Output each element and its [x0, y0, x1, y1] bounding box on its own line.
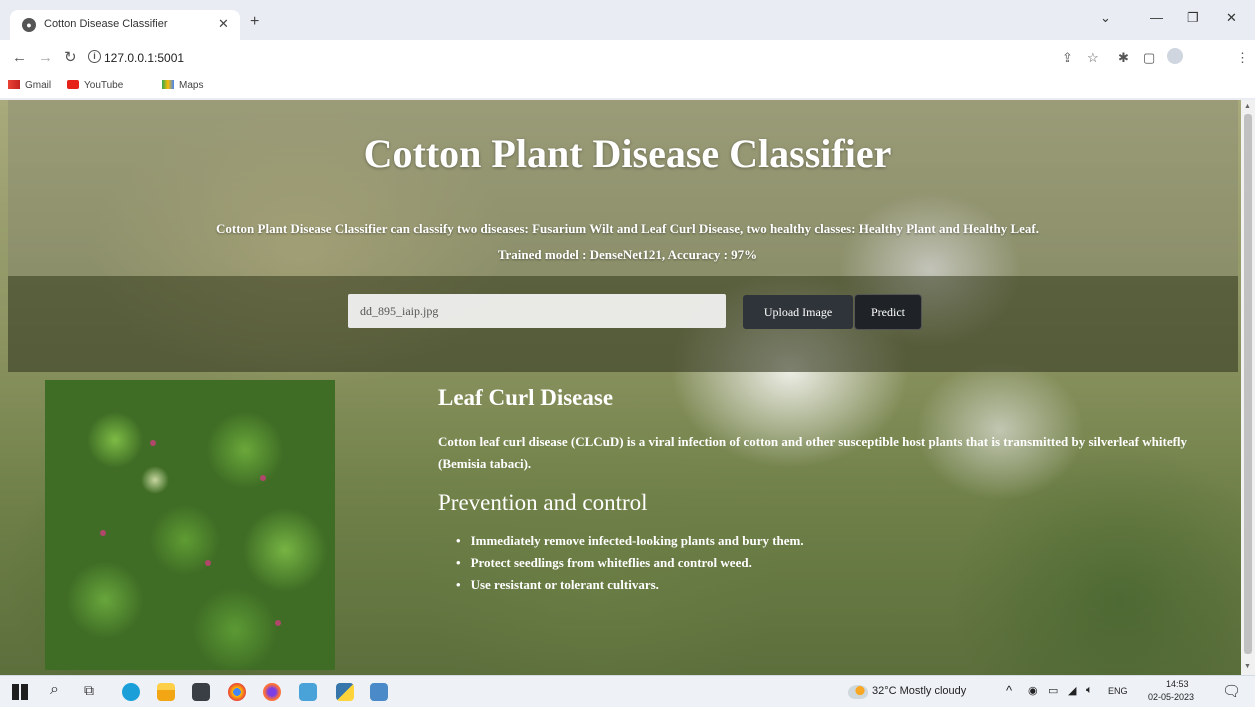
chrome-icon[interactable]: [228, 683, 246, 701]
network-icon[interactable]: ◢: [1068, 684, 1076, 697]
browser-toolbar: ← → ↻ i 127.0.0.1:5001 ⇪ ☆ ✱ ▢ ⋮: [0, 40, 1255, 76]
prevention-list: Immediately remove infected-looking plan…: [456, 530, 804, 596]
description-line-1: Cotton Plant Disease Classifier can clas…: [216, 221, 1039, 236]
search-icon[interactable]: ⌕: [50, 681, 68, 699]
new-tab-icon[interactable]: +: [250, 14, 259, 30]
tab-close-icon[interactable]: ✕: [218, 16, 229, 32]
gmail-icon: [8, 80, 20, 89]
minimize-icon[interactable]: —: [1150, 10, 1163, 25]
youtube-icon: [67, 80, 79, 89]
page-title: Cotton Plant Disease Classifier: [363, 131, 892, 176]
weather-icon[interactable]: [848, 685, 868, 699]
back-icon[interactable]: ←: [12, 50, 27, 65]
tab-title: Cotton Disease Classifier: [44, 18, 168, 30]
python-icon[interactable]: [336, 683, 354, 701]
list-item: Protect seedlings from whiteflies and co…: [456, 552, 804, 574]
clock-time[interactable]: 14:53: [1166, 679, 1189, 689]
globe-icon: ●: [22, 18, 36, 32]
page-viewport: Cotton Plant Disease Classifier Cotton P…: [0, 100, 1255, 675]
weather-text[interactable]: 32°C Mostly cloudy: [872, 685, 966, 697]
scroll-up-icon[interactable]: ▲: [1244, 103, 1251, 110]
tab-strip: ● Cotton Disease Classifier ✕ + ⌄ — ❐ ✕: [0, 0, 1255, 40]
scroll-down-icon[interactable]: ▼: [1244, 663, 1251, 670]
list-item: Immediately remove infected-looking plan…: [456, 530, 804, 552]
clock-date[interactable]: 02-05-2023: [1148, 692, 1194, 702]
task-view-icon[interactable]: ⧉: [84, 682, 102, 700]
share-icon[interactable]: ⇪: [1062, 50, 1073, 66]
forward-icon[interactable]: →: [38, 50, 53, 65]
bookmark-star-icon[interactable]: ☆: [1087, 50, 1099, 66]
language-indicator[interactable]: ENG: [1108, 686, 1128, 696]
side-panel-icon[interactable]: ▢: [1143, 50, 1155, 66]
bookmark-youtube[interactable]: YouTube: [67, 80, 123, 91]
site-info-icon[interactable]: i: [88, 50, 101, 63]
maximize-icon[interactable]: ❐: [1187, 10, 1199, 26]
file-explorer-icon[interactable]: [157, 683, 175, 701]
bookmark-maps[interactable]: Maps: [162, 80, 203, 91]
result-description: Cotton leaf curl disease (CLCuD) is a vi…: [438, 434, 1188, 471]
tray-chevron-icon[interactable]: ^: [1006, 683, 1012, 698]
maps-icon: [162, 80, 174, 89]
file-input[interactable]: dd_895_iaip.jpg: [348, 294, 726, 328]
list-item: Use resistant or tolerant cultivars.: [456, 574, 804, 596]
leaf-vein-mark: [150, 440, 156, 446]
predict-button[interactable]: Predict: [855, 295, 921, 329]
leaf-vein-mark: [260, 475, 266, 481]
extensions-icon[interactable]: ✱: [1118, 50, 1129, 66]
leaf-vein-mark: [100, 530, 106, 536]
notification-icon[interactable]: 🗨︎: [1222, 682, 1241, 700]
close-window-icon[interactable]: ✕: [1226, 10, 1237, 26]
leaf-vein-mark: [205, 560, 211, 566]
mail-icon[interactable]: [192, 683, 210, 701]
result-title: Leaf Curl Disease: [438, 385, 614, 410]
photos-icon[interactable]: [299, 683, 317, 701]
windows-start-icon[interactable]: [12, 684, 28, 700]
volume-icon[interactable]: 🔈︎: [1086, 684, 1093, 697]
page-scrollbar[interactable]: ▲ ▼: [1241, 100, 1255, 675]
description-line-2: Trained model : DenseNet121, Accuracy : …: [497, 247, 758, 262]
browser-tab[interactable]: ● Cotton Disease Classifier ✕: [10, 10, 240, 40]
address-bar[interactable]: i 127.0.0.1:5001: [88, 45, 1250, 71]
url-text: 127.0.0.1:5001: [104, 51, 185, 65]
tab-search-icon[interactable]: ⌄: [1100, 10, 1111, 26]
upload-image-button[interactable]: Upload Image: [743, 295, 853, 329]
profile-avatar-icon[interactable]: [1167, 48, 1183, 64]
prevention-heading: Prevention and control: [438, 490, 648, 515]
edge-icon[interactable]: [122, 683, 140, 701]
scroll-thumb[interactable]: [1244, 114, 1252, 654]
file-name: dd_895_iaip.jpg: [360, 304, 439, 318]
notepad-icon[interactable]: [370, 683, 388, 701]
uploaded-leaf-image: [45, 380, 335, 670]
battery-icon[interactable]: ▭: [1048, 684, 1058, 697]
reload-icon[interactable]: ↻: [64, 50, 77, 65]
menu-kebab-icon[interactable]: ⋮: [1236, 50, 1249, 66]
firefox-icon[interactable]: [263, 683, 281, 701]
bookmark-gmail[interactable]: Gmail: [8, 80, 51, 91]
os-taskbar: ⌕ ⧉ 32°C Mostly cloudy ^ ◉ ▭ ◢ 🔈︎ ENG 14…: [0, 675, 1255, 707]
tray-app-icon[interactable]: ◉: [1028, 684, 1038, 697]
leaf-vein-mark: [275, 620, 281, 626]
bookmarks-bar: Gmail YouTube Maps: [0, 76, 1255, 98]
